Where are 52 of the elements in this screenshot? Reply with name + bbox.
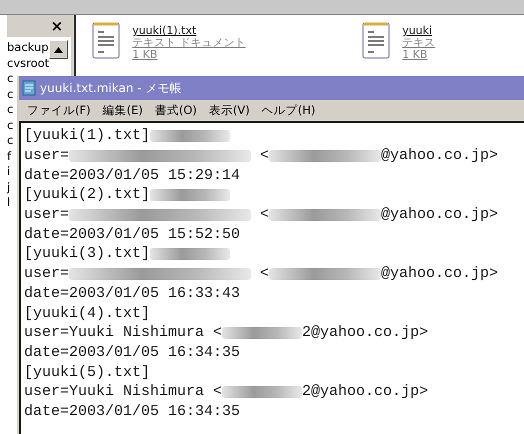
file-name[interactable]: yuuki: [402, 25, 436, 37]
folder-item[interactable]: f: [7, 148, 12, 164]
text-file-icon[interactable]: [360, 20, 392, 60]
file-type: テキスト ドキュメント: [132, 37, 246, 49]
folder-item[interactable]: cvsroot: [7, 56, 50, 71]
text-line: user=: [24, 206, 70, 224]
text-line: date=2003/01/05 15:29:14: [24, 166, 240, 184]
text-line: [yuuki(1).txt]: [24, 127, 150, 144]
text-line: user=: [24, 265, 70, 282]
text-line: [yuuki(3).txt]: [24, 245, 150, 262]
text-line: 2@yahoo.co.jp>: [302, 324, 428, 342]
text-line: date=2003/01/05 16:34:35: [24, 344, 240, 361]
text-line: date=2003/01/05 16:34:35: [24, 402, 240, 420]
text-line: user=: [24, 147, 70, 164]
folder-item[interactable]: i: [7, 164, 10, 180]
menu-item[interactable]: ファイル(F): [27, 103, 91, 118]
menu-item[interactable]: 書式(O): [154, 103, 197, 118]
folder-item[interactable]: backup: [7, 40, 49, 56]
caret-icon: [54, 46, 64, 52]
menu-item[interactable]: 編集(E): [102, 103, 143, 118]
close-button[interactable]: ×: [50, 18, 64, 34]
scroll-up-button[interactable]: [49, 40, 68, 59]
text-line: <: [259, 206, 270, 224]
text-line: <: [259, 147, 270, 164]
text-file-icon[interactable]: [90, 20, 122, 60]
text-line: @yahoo.co.jp>: [381, 265, 498, 282]
text-line: <: [259, 265, 270, 282]
text-line: [yuuki(4).txt]: [24, 304, 150, 322]
text-line: @yahoo.co.jp>: [381, 206, 498, 224]
file-type: テキス: [402, 37, 436, 49]
folder-item[interactable]: c: [7, 133, 14, 148]
text-line: [yuuki(5).txt]: [24, 364, 150, 381]
text-line: @yahoo.co.jp>: [381, 147, 498, 164]
text-line: date=2003/01/05 16:33:43: [24, 284, 240, 302]
folder-item[interactable]: c: [7, 102, 14, 118]
window-title: yuuki.txt.mikan - メモ帳: [40, 80, 182, 96]
notepad-icon: [22, 80, 36, 96]
menu-item[interactable]: ヘルプ(H): [262, 103, 316, 118]
file-name[interactable]: yuuki(1).txt: [132, 25, 246, 37]
text-line: [yuuki(2).txt]: [24, 186, 150, 204]
folder-item[interactable]: c: [7, 118, 14, 133]
folder-item[interactable]: j: [7, 180, 10, 195]
text-line: 2@yahoo.co.jp>: [302, 383, 428, 400]
text-line: user=Yuuki Nishimura <: [24, 383, 222, 400]
file-size: 1 KB: [402, 49, 428, 61]
file-size: 1 KB: [132, 49, 158, 61]
folder-item[interactable]: l: [7, 195, 10, 210]
folder-item[interactable]: c: [7, 71, 14, 86]
text-line: user=Yuuki Nishimura <: [24, 324, 222, 342]
folder-item[interactable]: c: [7, 86, 14, 102]
menu-item[interactable]: 表示(V): [208, 103, 250, 118]
text-line: date=2003/01/05 15:52:50: [24, 226, 240, 243]
